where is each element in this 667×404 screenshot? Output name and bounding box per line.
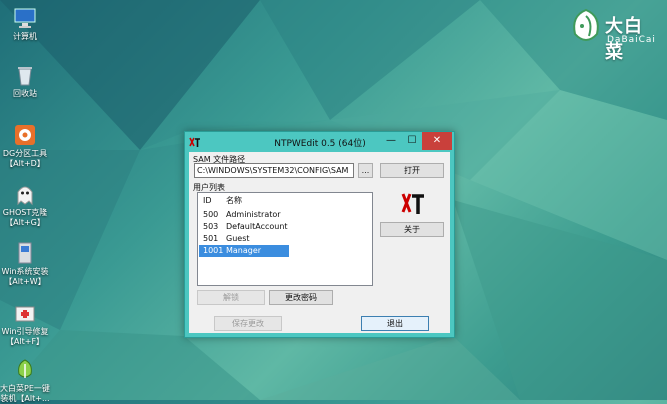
- desktop-icon-ghost[interactable]: GHOST克隆 【Alt+G】: [0, 182, 50, 228]
- desktop-icon-dabaicai-pe[interactable]: 大白菜PE一键 装机【Alt+...: [0, 358, 50, 404]
- ntpwedit-app-icon: [189, 137, 200, 147]
- boot-repair-icon: [15, 306, 35, 322]
- user-id: 1001: [203, 246, 224, 255]
- icon-label: GHOST克隆: [2, 208, 48, 217]
- brand-name-en: DaBaiCai: [607, 35, 656, 45]
- column-id-header[interactable]: ID: [203, 195, 212, 207]
- list-header: ID 名称: [199, 195, 289, 207]
- ntpwedit-window: NTPWEdit 0.5 (64位) — ☐ ✕ SAM 文件路径 C:\WIN…: [184, 131, 455, 338]
- window-client: SAM 文件路径 C:\WINDOWS\SYSTEM32\CONFIG\SAM …: [189, 152, 450, 333]
- icon-shortcut: 【Alt+W】: [4, 277, 46, 286]
- win-install-icon: [18, 242, 32, 264]
- user-id: 503: [203, 222, 219, 231]
- icon-label: Win引导修复: [1, 327, 49, 336]
- save-changes-button[interactable]: 保存更改: [214, 316, 282, 331]
- user-id: 500: [203, 210, 219, 219]
- ghost-icon: [17, 186, 33, 206]
- icon-shortcut: 【Alt+G】: [5, 218, 45, 227]
- column-name-header[interactable]: 名称: [226, 195, 242, 207]
- user-name: DefaultAccount: [226, 222, 288, 231]
- icon-shortcut: 【Alt+F】: [5, 337, 45, 346]
- list-item[interactable]: 501 Guest: [199, 233, 289, 245]
- icon-label: 回收站: [13, 89, 37, 98]
- cabbage-logo-icon: [573, 8, 599, 41]
- brand-logo: 大白菜 DaBaiCai: [569, 6, 659, 63]
- user-name: Administrator: [226, 210, 281, 219]
- user-list[interactable]: ID 名称 500 Administrator 503 DefaultAccou…: [197, 192, 373, 286]
- user-id: 501: [203, 234, 219, 243]
- dg-partition-icon: [15, 125, 35, 145]
- desktop-icon-win-install[interactable]: Win系统安装 【Alt+W】: [0, 241, 50, 287]
- computer-icon: [14, 8, 36, 28]
- icon-label: 计算机: [13, 32, 37, 41]
- about-button[interactable]: 关于: [380, 222, 444, 237]
- desktop-icon-computer[interactable]: 计算机: [0, 6, 50, 42]
- close-button[interactable]: ✕: [422, 132, 452, 150]
- list-item[interactable]: 500 Administrator: [199, 209, 289, 221]
- recycle-bin-icon: [18, 67, 32, 86]
- change-password-button[interactable]: 更改密码: [269, 290, 333, 305]
- icon-label: DG分区工具: [2, 149, 48, 158]
- exit-button[interactable]: 退出: [361, 316, 429, 331]
- browse-button[interactable]: ...: [358, 163, 373, 178]
- user-name: Guest: [226, 234, 250, 243]
- icon-label: 大白菜PE一键: [0, 384, 50, 393]
- desktop-icon-boot-repair[interactable]: Win引导修复 【Alt+F】: [0, 301, 50, 347]
- maximize-button[interactable]: ☐: [402, 132, 422, 150]
- open-button[interactable]: 打开: [380, 163, 444, 178]
- list-item[interactable]: 503 DefaultAccount: [199, 221, 289, 233]
- minimize-button[interactable]: —: [380, 132, 402, 150]
- dabaicai-pe-icon: [18, 359, 32, 378]
- icon-shortcut: 【Alt+D】: [5, 159, 45, 168]
- nt-logo-icon: [401, 193, 424, 214]
- sam-path-input[interactable]: C:\WINDOWS\SYSTEM32\CONFIG\SAM: [194, 163, 354, 178]
- unlock-button[interactable]: 解锁: [197, 290, 265, 305]
- desktop-icon-dg-partition[interactable]: DG分区工具 【Alt+D】: [0, 123, 50, 169]
- desktop-icon-recycle-bin[interactable]: 回收站: [0, 63, 50, 99]
- user-name: Manager: [226, 246, 262, 255]
- icon-shortcut: 装机【Alt+...: [0, 394, 50, 403]
- title-bar[interactable]: NTPWEdit 0.5 (64位) — ☐ ✕: [185, 132, 454, 152]
- list-item-selected[interactable]: 1001 Manager: [199, 245, 289, 257]
- icon-label: Win系统安装: [1, 267, 49, 276]
